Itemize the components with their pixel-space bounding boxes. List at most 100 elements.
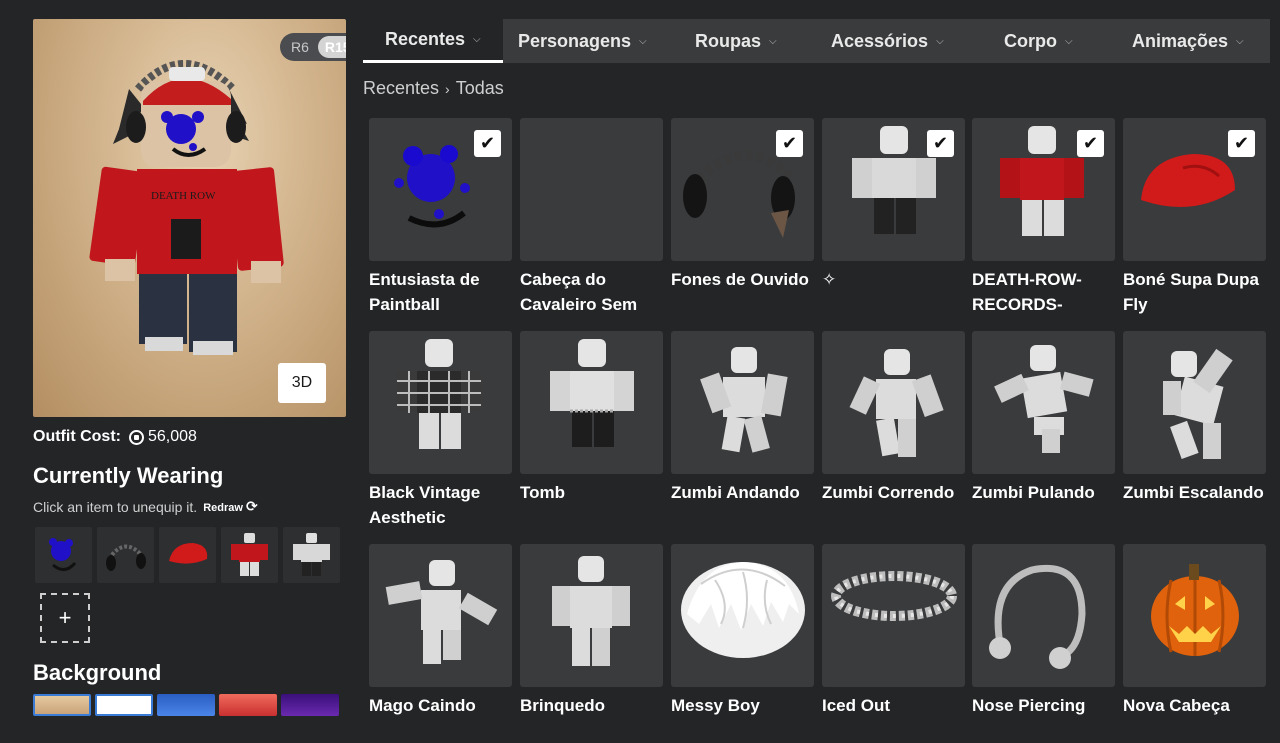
piercing-icon xyxy=(989,565,1086,669)
item-thumbnail: ✔ xyxy=(972,118,1115,261)
tab-animacoes[interactable]: Animações ⌵ xyxy=(1132,19,1244,63)
background-swatch-2[interactable] xyxy=(95,694,153,716)
svg-text:DEATH ROW: DEATH ROW xyxy=(151,190,216,202)
item-card[interactable]: Zumbi Escalando xyxy=(1123,331,1266,530)
headphones-icon xyxy=(106,544,146,571)
wearing-item-red-cap[interactable] xyxy=(159,527,216,583)
item-card[interactable]: Zumbi Correndo xyxy=(822,331,965,530)
breadcrumb-parent[interactable]: Recentes xyxy=(363,78,439,99)
avatar-preview[interactable]: DEATH ROW R6 R15 3D xyxy=(33,19,346,417)
item-thumbnail xyxy=(520,544,663,687)
avatar-figure: DEATH ROW xyxy=(89,60,284,355)
tab-acessorios[interactable]: Acessórios ⌵ xyxy=(831,19,944,63)
rig-option-r15[interactable]: R15 xyxy=(317,36,346,58)
background-swatch-5[interactable] xyxy=(281,694,339,716)
item-card[interactable]: Brinquedo xyxy=(520,544,663,743)
item-name: Brinquedo xyxy=(520,696,605,715)
tab-label: Animações xyxy=(1132,30,1229,51)
item-card[interactable]: ✔ ✧ xyxy=(822,118,965,317)
tab-recentes[interactable]: Recentes ⌵ xyxy=(363,19,503,63)
outfit-cost-value: 56,008 xyxy=(147,428,197,445)
rig-option-r6[interactable]: R6 xyxy=(284,36,316,58)
avatar-pose-icon xyxy=(994,345,1094,453)
item-name: Zumbi Andando xyxy=(671,483,800,502)
item-name: Nova Cabeça xyxy=(1123,696,1230,715)
item-name: Nose Piercing xyxy=(972,696,1086,715)
breadcrumb: Recentes › Todas xyxy=(363,78,504,99)
item-card[interactable]: Messy Boy xyxy=(671,544,814,743)
outfit-cost: Outfit Cost: 56,008 xyxy=(33,428,197,446)
chevron-right-icon: › xyxy=(445,80,450,97)
category-tabs: Recentes ⌵ Personagens ⌵ Roupas ⌵ Acessório… xyxy=(363,19,1270,63)
wearing-item-red-shirt[interactable] xyxy=(221,527,278,583)
item-card[interactable]: Nose Piercing xyxy=(972,544,1115,743)
avatar-pose-icon xyxy=(849,349,944,457)
chevron-down-icon: ⌵ xyxy=(1236,35,1244,47)
item-thumbnail xyxy=(1123,331,1266,474)
tab-label: Personagens xyxy=(518,30,632,51)
item-thumbnail xyxy=(369,331,512,474)
item-thumbnail: ✔ xyxy=(369,118,512,261)
item-thumbnail: ✔ xyxy=(822,118,965,261)
item-name: DEATH-ROW-RECORDS- xyxy=(972,270,1082,314)
add-outfit-button[interactable]: + xyxy=(40,593,90,643)
item-card[interactable]: Mago Caindo xyxy=(369,544,512,743)
equipped-check-icon: ✔ xyxy=(1077,130,1104,157)
item-name: Boné Supa Dupa Fly xyxy=(1123,270,1260,314)
item-card[interactable]: ✔ Entusiasta de Paintball xyxy=(369,118,512,317)
tab-personagens[interactable]: Personagens ⌵ xyxy=(518,19,647,63)
item-name: Black Vintage Aesthetic xyxy=(369,483,481,527)
item-thumbnail xyxy=(520,118,663,261)
item-thumbnail xyxy=(369,544,512,687)
item-name: Iced Out xyxy=(822,696,891,715)
refresh-icon: ⟳ xyxy=(246,498,258,514)
wearing-item-paintball-face[interactable] xyxy=(35,527,92,583)
item-card[interactable]: Cabeça do Cavaleiro Sem xyxy=(520,118,663,317)
item-thumbnail xyxy=(972,331,1115,474)
currently-wearing-hint: Click an item to unequip it. Redraw ⟳ xyxy=(33,498,258,515)
item-card[interactable]: Iced Out xyxy=(822,544,965,743)
background-swatches xyxy=(33,694,339,716)
item-card[interactable]: ✔ Boné Supa Dupa Fly xyxy=(1123,118,1266,317)
avatar-icon xyxy=(293,533,330,576)
item-thumbnail xyxy=(520,331,663,474)
equipped-check-icon: ✔ xyxy=(1228,130,1255,157)
currently-wearing-title: Currently Wearing xyxy=(33,463,224,488)
wearing-item-headphones[interactable] xyxy=(97,527,154,583)
outfit-cost-label: Outfit Cost: xyxy=(33,428,121,445)
equipped-check-icon: ✔ xyxy=(927,130,954,157)
view-3d-button[interactable]: 3D xyxy=(278,363,326,403)
background-swatch-4[interactable] xyxy=(219,694,277,716)
tab-label: Corpo xyxy=(1004,30,1057,51)
item-card[interactable]: ✔ DEATH-ROW-RECORDS- xyxy=(972,118,1115,317)
robux-icon xyxy=(128,429,144,445)
red-shirt-avatar-icon xyxy=(231,533,268,576)
tab-roupas[interactable]: Roupas ⌵ xyxy=(695,19,777,63)
item-card[interactable]: Nova Cabeça xyxy=(1123,544,1266,743)
wearing-items xyxy=(35,527,340,583)
background-title: Background xyxy=(33,660,162,685)
item-card[interactable]: Zumbi Pulando xyxy=(972,331,1115,530)
item-card[interactable]: Tomb xyxy=(520,331,663,530)
item-name: ✧ xyxy=(822,270,837,289)
item-card[interactable]: ✔ Fones de Ouvido xyxy=(671,118,814,317)
redraw-button[interactable]: Redraw ⟳ xyxy=(203,498,258,515)
rig-toggle[interactable]: R6 R15 xyxy=(280,33,346,61)
redraw-label: Redraw xyxy=(203,502,243,514)
tab-corpo[interactable]: Corpo ⌵ xyxy=(1004,19,1073,63)
item-name: Messy Boy xyxy=(671,696,760,715)
plaid-shirt-avatar-icon xyxy=(397,339,481,449)
tab-label: Recentes xyxy=(385,29,466,49)
background-swatch-1[interactable] xyxy=(33,694,91,716)
item-thumbnail xyxy=(822,331,965,474)
background-swatch-3[interactable] xyxy=(157,694,215,716)
avatar-pose-icon xyxy=(700,347,788,453)
item-thumbnail xyxy=(671,331,814,474)
tab-label: Roupas xyxy=(695,30,762,51)
item-card[interactable]: Zumbi Andando xyxy=(671,331,814,530)
wearing-item-white-shirt[interactable] xyxy=(283,527,340,583)
chevron-down-icon: ⌵ xyxy=(1065,35,1073,47)
avatar-icon xyxy=(550,339,634,447)
item-card[interactable]: Black Vintage Aesthetic xyxy=(369,331,512,530)
avatar-pose-icon xyxy=(1163,348,1233,459)
